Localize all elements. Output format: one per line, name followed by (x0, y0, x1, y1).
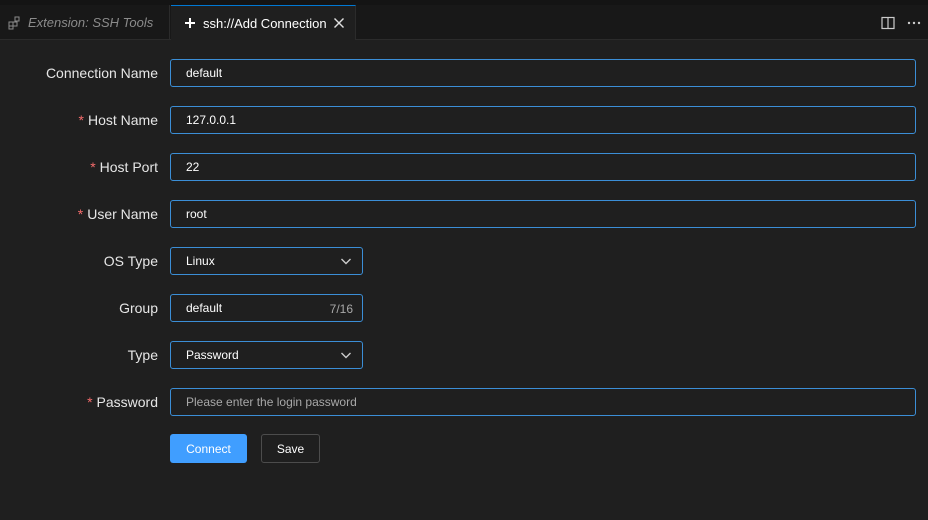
type-row: Type Password (0, 341, 928, 369)
auth-type-select[interactable]: Password (170, 341, 363, 369)
host-name-row: * Host Name 127.0.0.1 (0, 106, 928, 134)
required-mark: * (90, 159, 96, 175)
host-port-label: * Host Port (90, 159, 158, 175)
user-name-input[interactable]: root (170, 200, 916, 228)
os-type-select[interactable]: Linux (170, 247, 363, 275)
os-type-label: OS Type (103, 253, 158, 269)
extensions-icon (8, 16, 22, 30)
editor-actions (876, 5, 928, 40)
group-input[interactable]: default 7/16 (170, 294, 363, 322)
host-port-input[interactable]: 22 (170, 153, 916, 181)
type-label: Type (127, 347, 158, 363)
tab-add-connection[interactable]: ssh://Add Connection (171, 5, 356, 40)
host-name-input[interactable]: 127.0.0.1 (170, 106, 916, 134)
group-label: Group (119, 300, 158, 316)
connect-button[interactable]: Connect (170, 434, 247, 463)
password-placeholder: Please enter the login password (186, 395, 357, 409)
required-mark: * (77, 206, 84, 222)
group-row: Group default 7/16 (0, 294, 928, 322)
tab-label: ssh://Add Connection (203, 15, 327, 31)
host-port-value: 22 (186, 160, 200, 174)
more-actions-icon[interactable] (902, 11, 926, 35)
user-name-value: root (186, 207, 207, 221)
tab-label: Extension: SSH Tools (28, 15, 154, 30)
required-mark: * (78, 112, 84, 128)
character-count: 7/16 (329, 302, 353, 316)
user-name-label: * User Name (77, 206, 158, 222)
editor-tab-bar: Extension: SSH Tools ssh://Add Connectio… (0, 0, 928, 40)
save-button[interactable]: Save (261, 434, 320, 463)
host-name-value: 127.0.0.1 (186, 113, 237, 127)
connection-name-row: Connection Name default (0, 59, 928, 87)
password-row: * Password Please enter the login passwor… (0, 388, 928, 416)
password-input[interactable]: Please enter the login password (170, 388, 916, 416)
split-editor-icon[interactable] (876, 11, 900, 35)
os-type-row: OS Type Linux (0, 247, 928, 275)
connection-name-input[interactable]: default (170, 59, 916, 87)
chevron-down-icon (340, 349, 352, 361)
password-label: * Password (87, 394, 158, 410)
group-value: default (186, 301, 223, 315)
connection-name-value: default (186, 66, 223, 80)
host-name-label: * Host Name (78, 112, 158, 128)
host-port-row: * Host Port 22 (0, 153, 928, 181)
chevron-down-icon (340, 255, 352, 267)
os-type-value: Linux (186, 254, 215, 268)
plus-icon (183, 16, 197, 30)
tab-extension-ssh-tools[interactable]: Extension: SSH Tools (0, 5, 170, 40)
auth-type-value: Password (186, 348, 239, 362)
required-mark: * (87, 394, 93, 410)
user-name-row: * User Name root (0, 200, 928, 228)
close-icon[interactable] (331, 15, 347, 31)
connection-name-label: Connection Name (45, 65, 158, 81)
